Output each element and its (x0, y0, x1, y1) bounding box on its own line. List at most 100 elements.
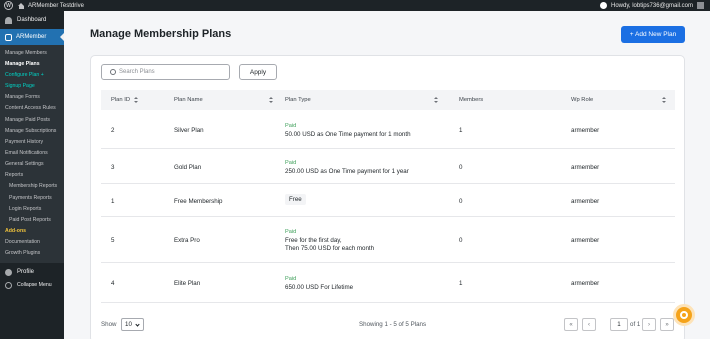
sidebar-subitem[interactable]: General Settings (0, 160, 64, 171)
table-row[interactable]: 4 Elite Plan 1 armember Paid 650.00 USD For L… (101, 263, 675, 303)
plan-name: Extra Pro (174, 237, 200, 244)
plan-id: 3 (111, 163, 115, 171)
prev-page-button[interactable]: ‹ (582, 318, 596, 331)
sidebar-item-armember[interactable]: ARMember (0, 29, 64, 45)
plan-type-description: 250.00 USD as One Time payment for 1 yea… (285, 167, 409, 175)
sidebar-item-profile[interactable]: Profile (0, 266, 64, 279)
next-page-button[interactable]: › (642, 318, 656, 331)
armember-icon (5, 33, 12, 41)
armember-submenu: Manage Members Manage Plans Configure Plan… (0, 45, 64, 263)
plans-card: Search Plans Apply Plan ID Plan Name Pla… (90, 55, 685, 339)
wp-role: armember (571, 163, 600, 171)
plan-type: Paid 250.00 USD as One Time payment for 1… (285, 160, 409, 176)
show-label: Show (101, 321, 117, 328)
collapse-icon (5, 281, 12, 289)
wp-role: armember (571, 126, 600, 134)
search-input[interactable]: Search Plans (101, 64, 230, 80)
plan-type-description: Then 75.00 USD for each month (285, 245, 375, 252)
sidebar-subitem[interactable]: Paid Post Reports (0, 215, 64, 226)
plan-type-badge: Paid (285, 229, 297, 235)
dashboard-icon (5, 16, 12, 24)
admin-bar: W ARMember Testdrive Howdy, lobtips736@g… (0, 0, 710, 11)
plan-name: Elite Plan (174, 280, 201, 287)
plan-type-description: Free for the first day, (285, 237, 342, 244)
sidebar-subitem[interactable]: Manage Plans (0, 59, 64, 70)
chevron-down-icon (135, 322, 140, 327)
sidebar-subitem[interactable]: Payment History (0, 137, 64, 148)
sidebar-subitem[interactable]: Email Notifications (0, 148, 64, 159)
table-row[interactable]: 2 Silver Plan 1 armember Paid 50.00 USD as On… (101, 110, 675, 149)
members-count: 0 (459, 237, 463, 244)
help-icon (680, 311, 688, 319)
site-name[interactable]: ARMember Testdrive (28, 3, 600, 9)
wp-role: armember (571, 197, 600, 205)
table-row[interactable]: 5 Extra Pro 0 armember Paid Free for the firs… (101, 217, 675, 263)
apply-button[interactable]: Apply (239, 64, 277, 80)
page-count: of 1 (630, 321, 641, 328)
howdy-greeting[interactable]: Howdy, lobtips736@gmail.com (611, 3, 693, 9)
sidebar-subitem[interactable]: Configure Plan + (0, 70, 64, 81)
column-plan-type[interactable]: Plan Type (285, 90, 311, 110)
last-page-button[interactable]: » (660, 318, 674, 331)
sidebar-subitem[interactable]: Membership Reports (0, 182, 64, 193)
plan-id: 5 (111, 237, 115, 244)
sidebar-subitem[interactable]: Manage Forms (0, 93, 64, 104)
first-page-button[interactable]: « (564, 318, 578, 331)
sidebar-subitem[interactable]: Content Access Rules (0, 104, 64, 115)
sidebar-subitem[interactable]: Manage Subscriptions (0, 126, 64, 137)
sort-plan-name[interactable] (265, 90, 273, 110)
wp-role: armember (571, 237, 600, 244)
column-members: Members (459, 97, 484, 103)
current-page-input[interactable]: 1 (610, 318, 628, 331)
plan-type-description: 50.00 USD as One Time payment for 1 mont… (285, 130, 411, 138)
sort-plan-type[interactable] (430, 90, 438, 110)
members-count: 1 (459, 280, 463, 287)
pagination-info: Showing 1 - 5 of 5 Plans (359, 321, 427, 328)
user-status-icon (599, 2, 607, 9)
plan-id: 1 (111, 197, 115, 205)
table-header: Plan ID Plan Name Plan Type Members Wp R… (101, 90, 675, 110)
admin-sidebar: Dashboard ARMember Manage Members Manage … (0, 11, 64, 339)
sidebar-subitem[interactable]: Growth Plugins (0, 249, 64, 260)
plan-type: Paid 650.00 USD For Lifetime (285, 276, 353, 292)
table-row[interactable]: 3 Gold Plan 0 armember Paid 250.00 USD as One… (101, 149, 675, 184)
avatar[interactable] (697, 2, 704, 9)
page-size-select[interactable]: 10 (121, 318, 144, 331)
home-icon[interactable] (18, 2, 25, 9)
members-count: 0 (459, 163, 463, 171)
wordpress-logo-icon[interactable]: W (4, 1, 13, 10)
table-footer: Show 10 Showing 1 - 5 of 5 Plans « ‹ 1 o… (101, 317, 675, 333)
help-chat-button[interactable] (673, 304, 695, 326)
plan-type: Paid 50.00 USD as One Time payment for 1 … (285, 123, 411, 139)
sidebar-subitem[interactable]: Payments Reports (0, 193, 64, 204)
plan-type: Paid Free for the first day, Then 75.00 US… (285, 229, 374, 253)
sidebar-subitem[interactable]: Login Reports (0, 204, 64, 215)
column-wp-role[interactable]: Wp Role (571, 90, 593, 110)
column-plan-id[interactable]: Plan ID (111, 90, 139, 110)
table-row[interactable]: 1 Free Membership 0 armember Free (101, 184, 675, 217)
sort-icon (434, 97, 438, 103)
sort-icon (269, 97, 273, 103)
collapse-menu-button[interactable]: Collapse Menu (0, 279, 64, 292)
column-plan-name[interactable]: Plan Name (174, 90, 203, 110)
sort-icon (662, 97, 666, 103)
sidebar-item-dashboard[interactable]: Dashboard (0, 11, 64, 29)
plan-type-free: Free (285, 193, 306, 205)
sort-wp-role[interactable] (658, 90, 666, 110)
plan-id: 4 (111, 280, 115, 287)
plan-name: Gold Plan (174, 163, 202, 171)
plan-type-badge: Paid (285, 159, 297, 166)
sidebar-subitem[interactable]: Manage Paid Posts (0, 115, 64, 126)
sidebar-subitem[interactable]: Manage Members (0, 48, 64, 59)
add-new-plan-button[interactable]: + Add New Plan (621, 26, 685, 43)
members-count: 1 (459, 126, 463, 134)
plan-name: Silver Plan (174, 126, 204, 134)
sidebar-subitem[interactable]: Add-ons (0, 227, 64, 238)
sidebar-subitem[interactable]: Signup Page (0, 81, 64, 92)
page-title: Manage Membership Plans (90, 28, 232, 40)
sidebar-subitem[interactable]: Documentation (0, 238, 64, 249)
sidebar-subitem[interactable]: Reports (0, 171, 64, 182)
search-icon (110, 69, 116, 75)
search-placeholder: Search Plans (119, 69, 155, 75)
profile-icon (5, 268, 12, 276)
